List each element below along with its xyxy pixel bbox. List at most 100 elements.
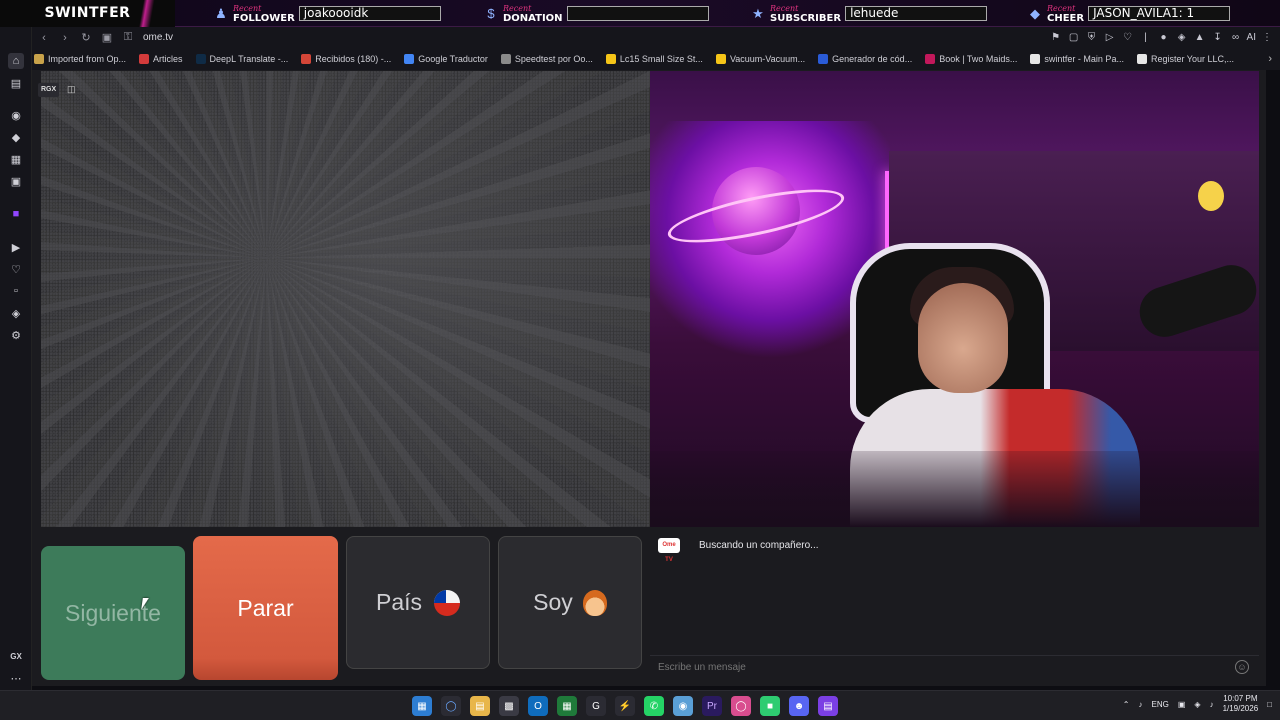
swintfer-ext-icon[interactable]: ● [1157, 29, 1171, 45]
bookmarks-overflow-icon[interactable]: › [1268, 53, 1272, 65]
url-field[interactable]: ome.tv [143, 32, 173, 43]
recent-subscriber-alert: ★ Recent SUBSCRIBER lehuede [750, 2, 988, 25]
stop-button[interactable]: Parar [193, 536, 338, 680]
gender-label: Soy [533, 589, 573, 615]
bookmark-favicon [1136, 54, 1147, 64]
back-icon[interactable]: ‹ [35, 29, 53, 47]
bookmark-label: Articles [153, 54, 183, 64]
country-label: País [375, 589, 423, 615]
play-icon[interactable]: ▶ [8, 239, 24, 255]
system-tray: ⌃ ♪ ENG ▣ ◈ ♪ 10:07 PM 1/19/2026 □ [1123, 694, 1272, 714]
reload-icon[interactable]: ↻ [77, 29, 95, 47]
microphone-icon[interactable]: ♪ [1139, 700, 1143, 709]
bookmark-item[interactable]: Vacuum-Vacuum... [715, 54, 805, 64]
bookmark-item[interactable]: Book | Two Maids... [925, 54, 1017, 64]
wallet-icon[interactable]: ▲ [1193, 29, 1207, 45]
bookmark-label: Book | Two Maids... [939, 54, 1018, 64]
player-icon[interactable]: ▷ [1103, 29, 1117, 45]
recent-label: Recent [1047, 3, 1076, 13]
opera-gx-icon[interactable]: ⚡ [615, 696, 635, 716]
sheets-icon[interactable]: ▦ [557, 696, 577, 716]
speedtest-icon [500, 54, 511, 64]
start-icon[interactable]: ▦ [412, 696, 432, 716]
monitor-icon[interactable]: ▣ [1178, 700, 1186, 709]
bookmark-item[interactable]: Register Your LLC,... [1136, 54, 1234, 64]
wifi-icon[interactable]: ◈ [1194, 700, 1200, 709]
gx-label[interactable]: GX [8, 648, 24, 664]
notifications-icon[interactable]: □ [1267, 700, 1272, 709]
bookmark-item[interactable]: Google Traductor [404, 54, 488, 64]
chat-status-message: Buscando un compañero... [699, 540, 819, 551]
shield-icon[interactable]: ⛨ [1085, 29, 1099, 45]
notes-icon[interactable]: ▫ [8, 283, 24, 299]
forward-icon[interactable]: › [56, 29, 74, 47]
diamond-icon[interactable]: ◆ [8, 129, 24, 145]
extension-toolbar: ⚑ ▢ ⛨ ▷ ♡ | ● ◈ ▲ ↧ ∞ AI ⋮ [1049, 29, 1274, 45]
menu-icon[interactable]: ⋮ [1260, 29, 1274, 45]
country-button[interactable]: País [346, 536, 490, 669]
premiere-icon[interactable]: Pr [702, 696, 722, 716]
twitch-icon[interactable]: ■ [8, 206, 24, 222]
file-explorer-icon[interactable]: ▤ [470, 696, 490, 716]
bookmark-label: Google Traductor [418, 54, 488, 64]
game-icon[interactable]: ■ [760, 696, 780, 716]
speed-dial-icon[interactable]: ◉ [8, 107, 24, 123]
vpn-icon[interactable]: ◉ [673, 696, 693, 716]
bookmark-icon[interactable]: ⚑ [1049, 29, 1063, 45]
bookmark-item[interactable]: Imported from Op... [34, 54, 126, 64]
more-icon[interactable]: ⋯ [8, 670, 24, 686]
clock[interactable]: 10:07 PM 1/19/2026 [1223, 694, 1259, 714]
gem-icon: ◆ [1030, 5, 1040, 21]
boy-face-icon [582, 589, 607, 616]
outlook-icon[interactable]: O [528, 696, 548, 716]
recent-donation-alert: $ Recent DONATION [483, 2, 709, 25]
next-button[interactable]: Siguiente [41, 546, 185, 680]
screenshot-icon[interactable]: ▢ [1067, 29, 1081, 45]
chevron-up-icon[interactable]: ⌃ [1123, 700, 1130, 709]
alert-value [566, 6, 709, 21]
emoji-icon[interactable]: ☺ [1235, 660, 1249, 674]
ai-label[interactable]: AI [1247, 29, 1256, 45]
download-icon[interactable]: ↧ [1211, 29, 1225, 45]
gamepad-icon[interactable]: ▤ [8, 75, 24, 91]
discord-icon[interactable]: ☻ [789, 696, 809, 716]
rgx-badge[interactable]: RGX [38, 83, 60, 97]
popout-icon[interactable]: ◫ [67, 84, 77, 94]
settings-icon[interactable]: ⚙ [8, 327, 24, 343]
box-icon[interactable]: ▣ [8, 173, 24, 189]
bookmark-favicon [818, 54, 829, 64]
store-icon[interactable]: ▩ [499, 696, 519, 716]
volume-icon[interactable]: ♪ [1210, 700, 1214, 709]
chile-flag-icon [434, 589, 461, 616]
recent-follower-alert: ♟ Recent FOLLOWER joakoooidk [213, 2, 441, 25]
whatsapp-icon[interactable]: ✆ [644, 696, 664, 716]
wand-icon[interactable]: ∞ [1229, 29, 1243, 45]
chat-message-input[interactable] [658, 661, 1218, 673]
home-icon[interactable]: ⌂ [8, 53, 24, 69]
puzzle-icon[interactable]: ◈ [1175, 29, 1189, 45]
extension-icon[interactable]: ◈ [8, 305, 24, 321]
bookmark-item[interactable]: Speedtest por Oo... [500, 54, 593, 64]
g-app-icon[interactable]: G [586, 696, 606, 716]
search-icon[interactable]: ◯ [441, 696, 461, 716]
chat-panel: Ome TV Buscando un compañero... ☺ [650, 529, 1259, 686]
bookmark-label: Generador de cód... [832, 54, 913, 64]
chat-input-row: ☺ [650, 655, 1259, 678]
instagram-icon[interactable]: ◯ [731, 696, 751, 716]
bookmark-item[interactable]: swintfer - Main Pa... [1030, 54, 1124, 64]
language-indicator[interactable]: ENG [1152, 700, 1169, 709]
heart-outline-icon[interactable]: ♡ [1121, 29, 1135, 45]
gender-button[interactable]: Soy [498, 536, 642, 669]
bookmark-item[interactable]: Lc15 Small Size St... [605, 54, 703, 64]
video-icon[interactable]: ▦ [8, 151, 24, 167]
bookmark-item[interactable]: Recibidos (180) -... [301, 54, 391, 64]
deepl-icon [195, 54, 206, 64]
stream-overlay-bar: SWINTFER ♟ Recent FOLLOWER joakoooidk $ R… [0, 0, 1280, 27]
clapper-icon[interactable]: ▤ [818, 696, 838, 716]
articles-icon [139, 54, 150, 64]
bookmark-item[interactable]: DeepL Translate -... [195, 54, 288, 64]
bookmark-item[interactable]: Generador de cód... [818, 54, 912, 64]
heart-icon[interactable]: ♡ [8, 261, 24, 277]
camera-icon[interactable]: ▣ [98, 29, 116, 47]
bookmark-item[interactable]: Articles [139, 54, 183, 64]
